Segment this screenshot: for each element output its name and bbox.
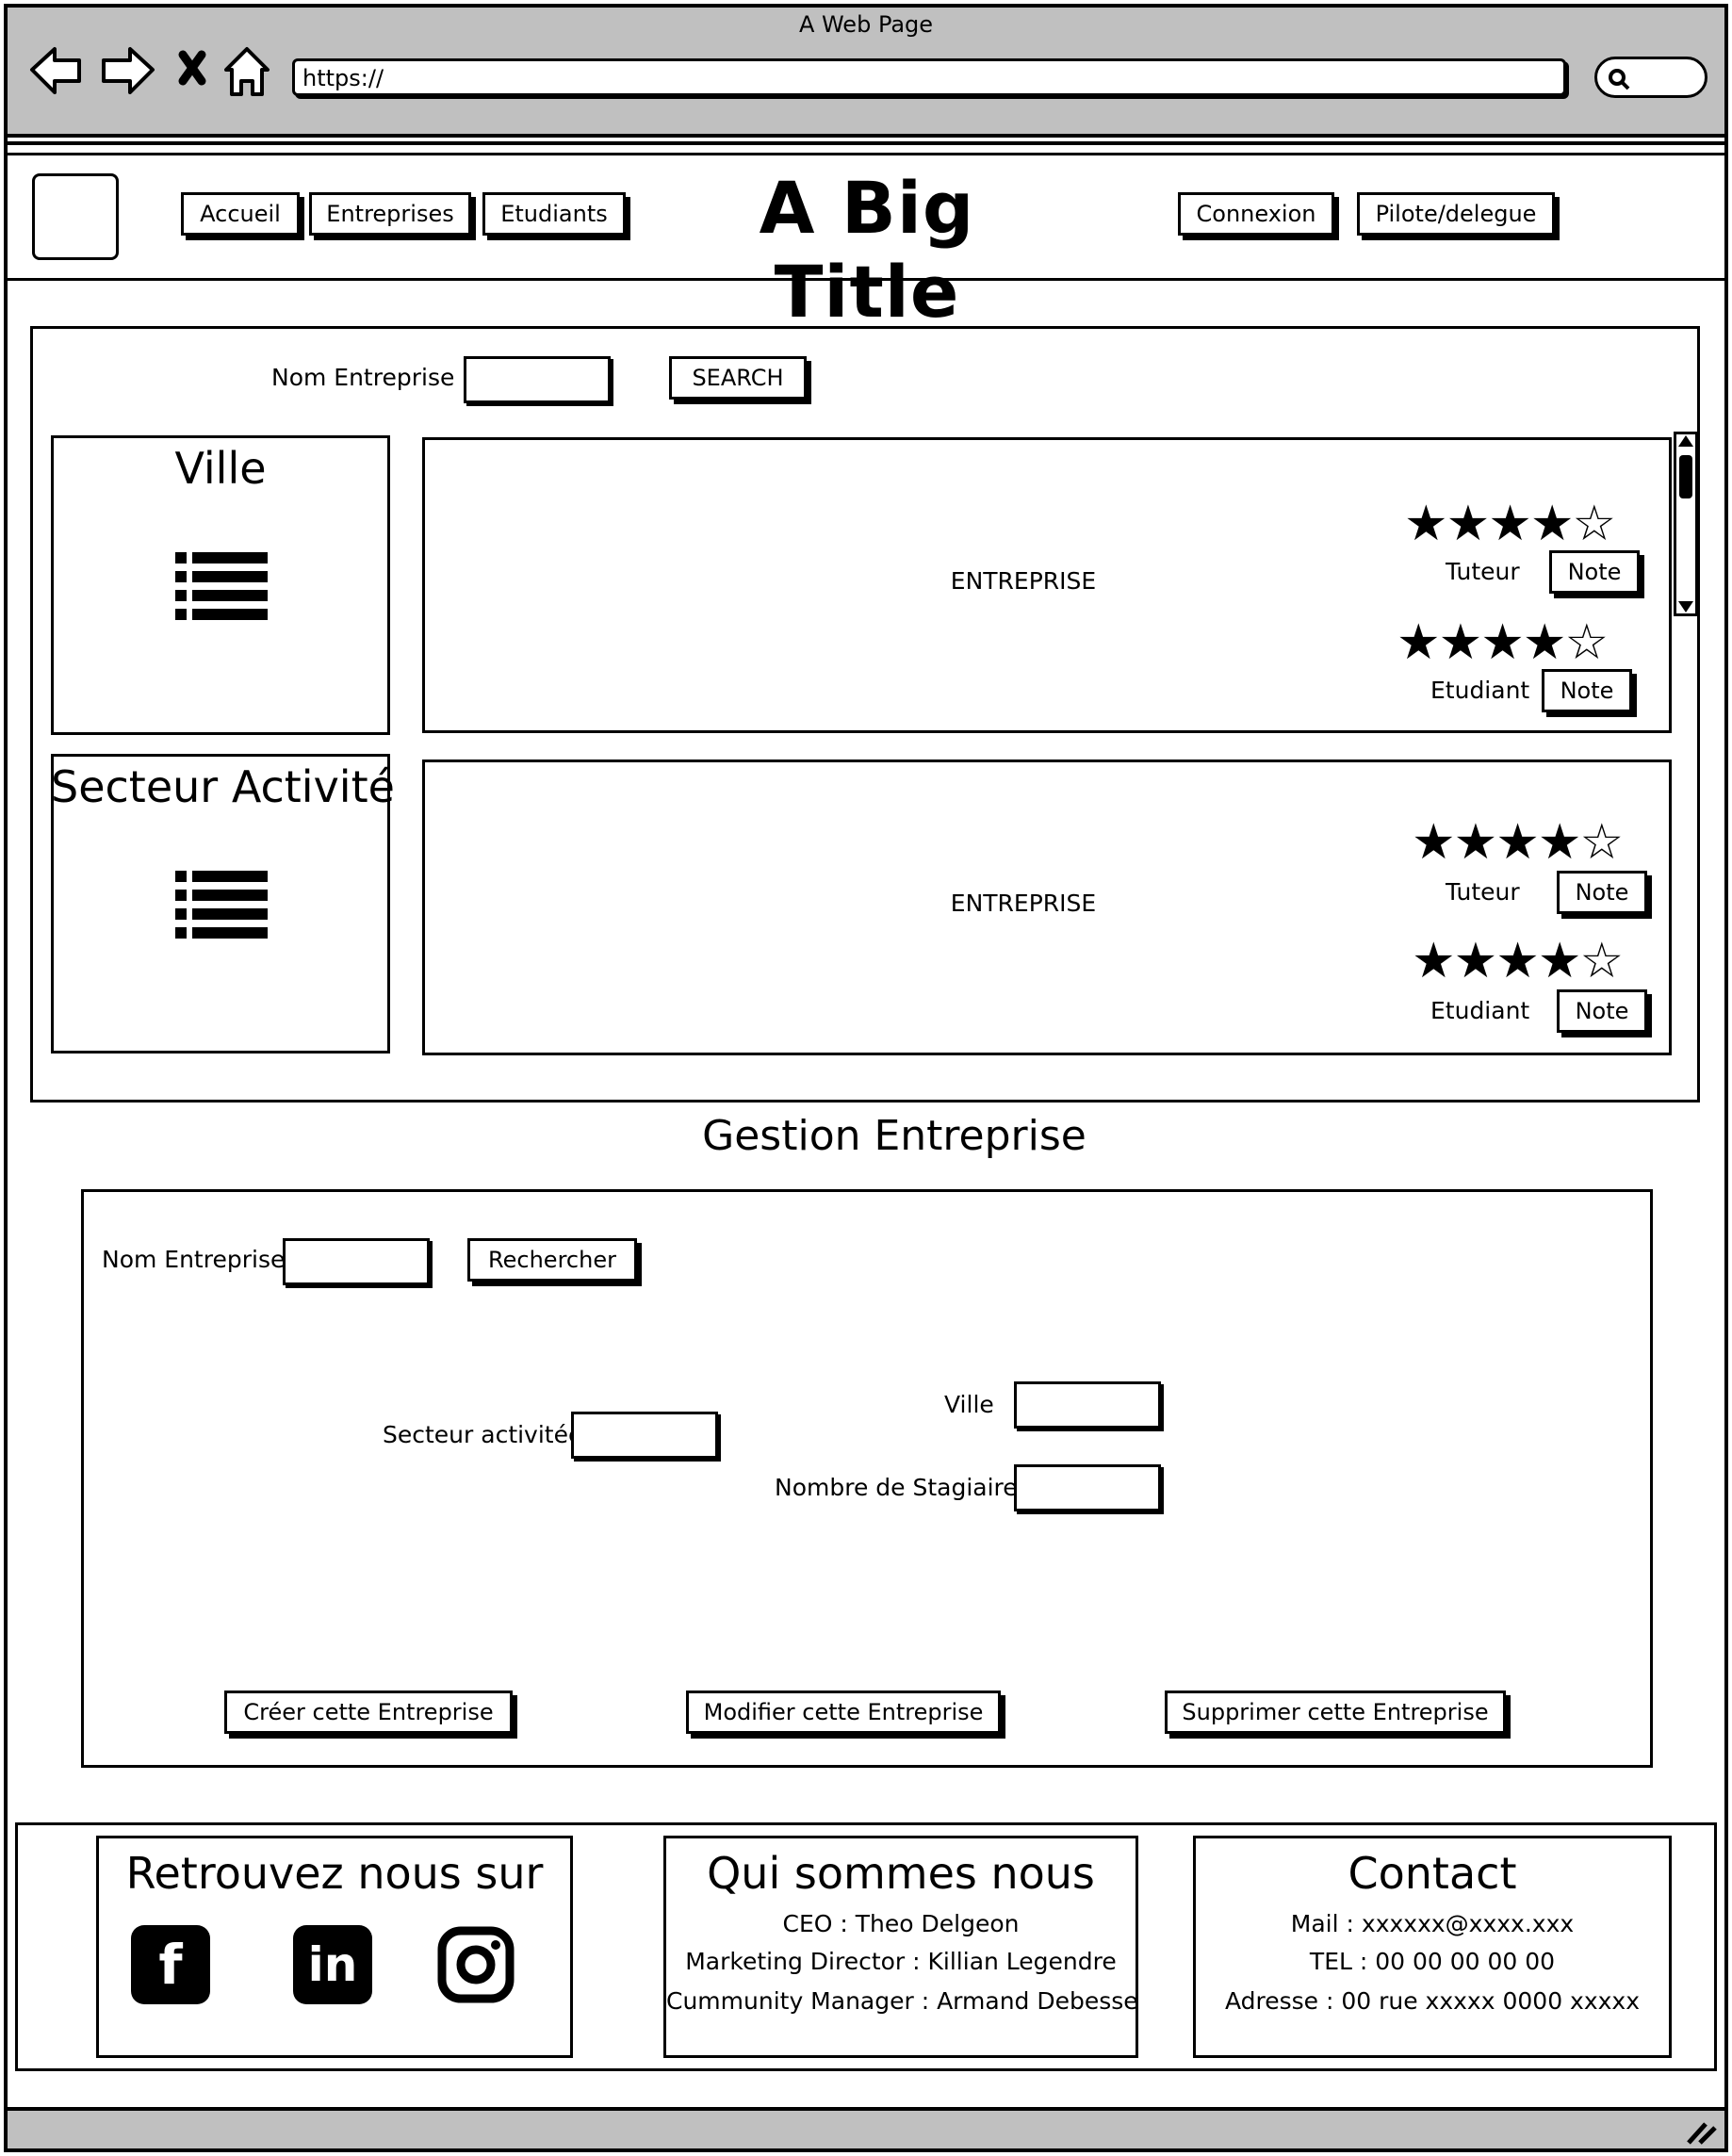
nav-entreprises[interactable]: Entreprises (309, 192, 471, 236)
footer-contact-title: Contact (1348, 1848, 1517, 1899)
star-filled-icon[interactable]: ★ (1446, 496, 1491, 552)
stop-icon[interactable] (178, 50, 206, 86)
footer-contact: Contact Mail : xxxxxx@xxxx.xxx TEL : 00 … (1193, 1836, 1672, 2058)
list-icon (175, 871, 268, 939)
footer-about-line: Cummunity Manager : Armand Debesse (666, 1987, 1138, 2015)
home-icon[interactable] (224, 47, 270, 96)
modify-button[interactable]: Modifier cette Entreprise (686, 1690, 1001, 1734)
star-filled-icon[interactable]: ★ (1523, 614, 1567, 671)
browser-search-field[interactable] (1594, 57, 1707, 98)
browser-nav-icons (30, 47, 270, 96)
star-empty-icon[interactable]: ☆ (1580, 933, 1625, 989)
note-button[interactable]: Note (1557, 989, 1647, 1033)
star-filled-icon[interactable]: ★ (1480, 614, 1525, 671)
browser-status-bar (8, 2107, 1724, 2148)
note-button[interactable]: Note (1557, 871, 1647, 914)
delete-button[interactable]: Supprimer cette Entreprise (1165, 1690, 1506, 1734)
chrome-divider (8, 141, 1724, 145)
note-button[interactable]: Note (1549, 550, 1640, 594)
filter-secteur-title: Secteur Activité (51, 761, 395, 812)
linkedin-icon[interactable]: in (293, 1925, 372, 2004)
gestion-search-label: Nom Entreprise (102, 1246, 286, 1273)
footer-social-title: Retrouvez nous sur (125, 1848, 544, 1899)
window-title: A Web Page (798, 11, 934, 38)
footer-contact-line: TEL : 00 00 00 00 00 (1309, 1948, 1556, 1975)
footer-about: Qui sommes nous CEO : Theo Delgeon Marke… (663, 1836, 1138, 2058)
star-filled-icon[interactable]: ★ (1530, 496, 1575, 552)
rating-label-etudiant: Etudiant (1430, 677, 1530, 704)
url-bar[interactable]: https:// (292, 58, 1566, 96)
star-filled-icon[interactable]: ★ (1488, 496, 1532, 552)
filter-ville-title: Ville (174, 443, 267, 494)
rating-stars-etudiant[interactable]: ★★★★☆ (1412, 937, 1624, 986)
stagiaire-label: Nombre de Stagiaire (775, 1474, 1018, 1501)
secteur-input[interactable] (571, 1412, 718, 1459)
star-filled-icon[interactable]: ★ (1397, 614, 1441, 671)
star-empty-icon[interactable]: ☆ (1565, 614, 1609, 671)
star-empty-icon[interactable]: ☆ (1580, 814, 1625, 871)
rating-stars-tuteur[interactable]: ★★★★☆ (1412, 818, 1624, 867)
star-filled-icon[interactable]: ★ (1439, 614, 1483, 671)
star-filled-icon[interactable]: ★ (1404, 496, 1448, 552)
star-empty-icon[interactable]: ☆ (1573, 496, 1617, 552)
secteur-label: Secteur activitée (383, 1421, 583, 1448)
rating-stars-tuteur[interactable]: ★★★★☆ (1404, 499, 1616, 548)
gestion-title: Gestion Entreprise (702, 1112, 1087, 1160)
page-title: A Big Title (759, 166, 975, 334)
star-filled-icon[interactable]: ★ (1495, 814, 1540, 871)
scroll-thumb[interactable] (1679, 455, 1692, 498)
search-button[interactable]: SEARCH (669, 356, 807, 400)
nav-pilote-delegue[interactable]: Pilote/delegue (1357, 192, 1555, 236)
rating-label-tuteur: Tuteur (1446, 558, 1520, 585)
ville-label: Ville (944, 1391, 994, 1418)
footer-about-title: Qui sommes nous (707, 1848, 1095, 1899)
rechercher-button[interactable]: Rechercher (467, 1238, 637, 1282)
search-label: Nom Entreprise (271, 364, 455, 391)
instagram-icon[interactable] (436, 1925, 515, 2004)
gestion-search-input[interactable] (283, 1238, 430, 1285)
ville-input[interactable] (1014, 1381, 1161, 1429)
footer-contact-line: Adresse : 00 rue xxxxx 0000 xxxxx (1224, 1987, 1641, 2015)
footer-about-line: CEO : Theo Delgeon (782, 1910, 1020, 1937)
rating-label-tuteur: Tuteur (1446, 878, 1520, 906)
site-logo[interactable] (32, 173, 119, 260)
nav-connexion[interactable]: Connexion (1178, 192, 1334, 236)
footer-social: Retrouvez nous sur f in (96, 1836, 573, 2058)
star-filled-icon[interactable]: ★ (1495, 933, 1540, 989)
star-filled-icon[interactable]: ★ (1538, 933, 1582, 989)
footer-about-line: Marketing Director : Killian Legendre (685, 1948, 1117, 1975)
facebook-icon[interactable]: f (131, 1925, 210, 2004)
list-icon (175, 552, 268, 620)
search-icon (1609, 69, 1630, 90)
resize-grip-icon[interactable] (1685, 2118, 1717, 2145)
nav-accueil[interactable]: Accueil (181, 192, 300, 236)
nav-etudiants[interactable]: Etudiants (482, 192, 626, 236)
rating-stars-etudiant[interactable]: ★★★★☆ (1397, 618, 1609, 667)
stagiaire-input[interactable] (1014, 1464, 1161, 1511)
note-button[interactable]: Note (1542, 669, 1632, 712)
scroll-down-icon[interactable] (1678, 601, 1693, 612)
star-filled-icon[interactable]: ★ (1538, 814, 1582, 871)
scroll-up-icon[interactable] (1678, 435, 1693, 447)
create-button[interactable]: Créer cette Entreprise (224, 1690, 513, 1734)
rating-label-etudiant: Etudiant (1430, 997, 1530, 1024)
back-icon[interactable] (30, 47, 81, 94)
star-filled-icon[interactable]: ★ (1412, 814, 1456, 871)
star-filled-icon[interactable]: ★ (1412, 933, 1456, 989)
star-filled-icon[interactable]: ★ (1454, 933, 1498, 989)
results-scrollbar[interactable] (1674, 432, 1698, 616)
forward-icon[interactable] (102, 47, 155, 94)
search-input[interactable] (464, 356, 611, 403)
footer-contact-line: Mail : xxxxxx@xxxx.xxx (1290, 1910, 1575, 1937)
star-filled-icon[interactable]: ★ (1454, 814, 1498, 871)
